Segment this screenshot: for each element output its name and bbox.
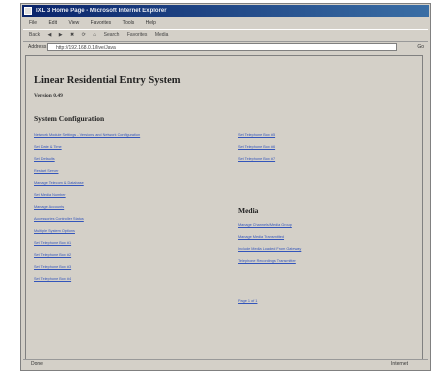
link-network-module[interactable]: Network Module Settings - Versions and N…: [34, 133, 140, 138]
link-media-transmitted[interactable]: Manage Media Transmitted: [238, 235, 284, 240]
go-button[interactable]: Go: [417, 41, 424, 53]
forward-arrow-icon[interactable]: ▶: [59, 32, 63, 38]
favorites-button[interactable]: Favorites: [127, 32, 148, 38]
window-title: IXL 3 Home Page - Microsoft Internet Exp…: [36, 8, 167, 14]
menu-favorites[interactable]: Favorites: [91, 20, 112, 26]
browser-icon: [24, 7, 32, 15]
link-tel-box-4[interactable]: Set Telephone Box #4: [34, 277, 71, 282]
title-bar: IXL 3 Home Page - Microsoft Internet Exp…: [22, 5, 429, 17]
menu-edit[interactable]: Edit: [48, 20, 57, 26]
back-button[interactable]: Back: [29, 32, 40, 38]
refresh-icon[interactable]: ⟳: [82, 32, 86, 38]
stop-icon[interactable]: ✖: [70, 32, 74, 38]
status-text: Done: [31, 361, 43, 367]
version-label: Version 0.49: [34, 93, 63, 99]
menu-bar: File Edit View Favorites Tools Help: [23, 18, 428, 28]
media-heading: Media: [238, 206, 259, 215]
link-controller-status[interactable]: Accessories Controller Status: [34, 217, 84, 222]
menu-view[interactable]: View: [68, 20, 79, 26]
link-tel-box-2[interactable]: Set Telephone Box #2: [34, 253, 71, 258]
address-bar: Address http://192.168.0.1/live/Java Go: [23, 41, 428, 53]
menu-help[interactable]: Help: [146, 20, 156, 26]
address-label: Address: [28, 44, 47, 50]
browser-window: IXL 3 Home Page - Microsoft Internet Exp…: [20, 3, 431, 371]
link-restart[interactable]: Restart Server: [34, 169, 58, 174]
media-button[interactable]: Media: [155, 32, 169, 38]
link-tel-box-5[interactable]: Set Telephone Box #5: [238, 133, 275, 138]
page-title: Linear Residential Entry System: [34, 75, 181, 86]
link-accounts[interactable]: Manage Accounts: [34, 205, 64, 210]
link-tel-box-1[interactable]: Set Telephone Box #1: [34, 241, 71, 246]
zone-label: Internet: [391, 361, 408, 367]
menu-tools[interactable]: Tools: [123, 20, 135, 26]
home-icon[interactable]: ⌂: [93, 32, 96, 38]
status-bar: Done Internet: [23, 359, 428, 369]
link-media-gateway[interactable]: Include Media Loaded From Gateway: [238, 247, 301, 252]
link-tel-box-7[interactable]: Set Telephone Box #7: [238, 157, 275, 162]
link-telecom[interactable]: Manage Telecom & Database: [34, 181, 84, 186]
back-arrow-icon[interactable]: ◀: [48, 32, 52, 38]
menu-file[interactable]: File: [29, 20, 37, 26]
search-button[interactable]: Search: [104, 32, 120, 38]
link-tel-box-6[interactable]: Set Telephone Box #6: [238, 145, 275, 150]
link-media-number[interactable]: Set Media Number: [34, 193, 66, 198]
link-defaults[interactable]: Set Defaults: [34, 157, 55, 162]
address-input[interactable]: http://192.168.0.1/live/Java: [47, 43, 397, 51]
link-date-time[interactable]: Set Date & Time: [34, 145, 62, 150]
system-config-heading: System Configuration: [34, 114, 105, 123]
link-recordings[interactable]: Telephone Recordings Transmitter: [238, 259, 296, 264]
link-page-nav[interactable]: Page 1 of 1: [238, 299, 257, 304]
link-tel-box-3[interactable]: Set Telephone Box #3: [34, 265, 71, 270]
link-system-options[interactable]: Multiple System Options: [34, 229, 75, 234]
link-media-group[interactable]: Manage Channels/Media Group: [238, 223, 292, 228]
page-content: Linear Residential Entry System Version …: [25, 55, 423, 360]
